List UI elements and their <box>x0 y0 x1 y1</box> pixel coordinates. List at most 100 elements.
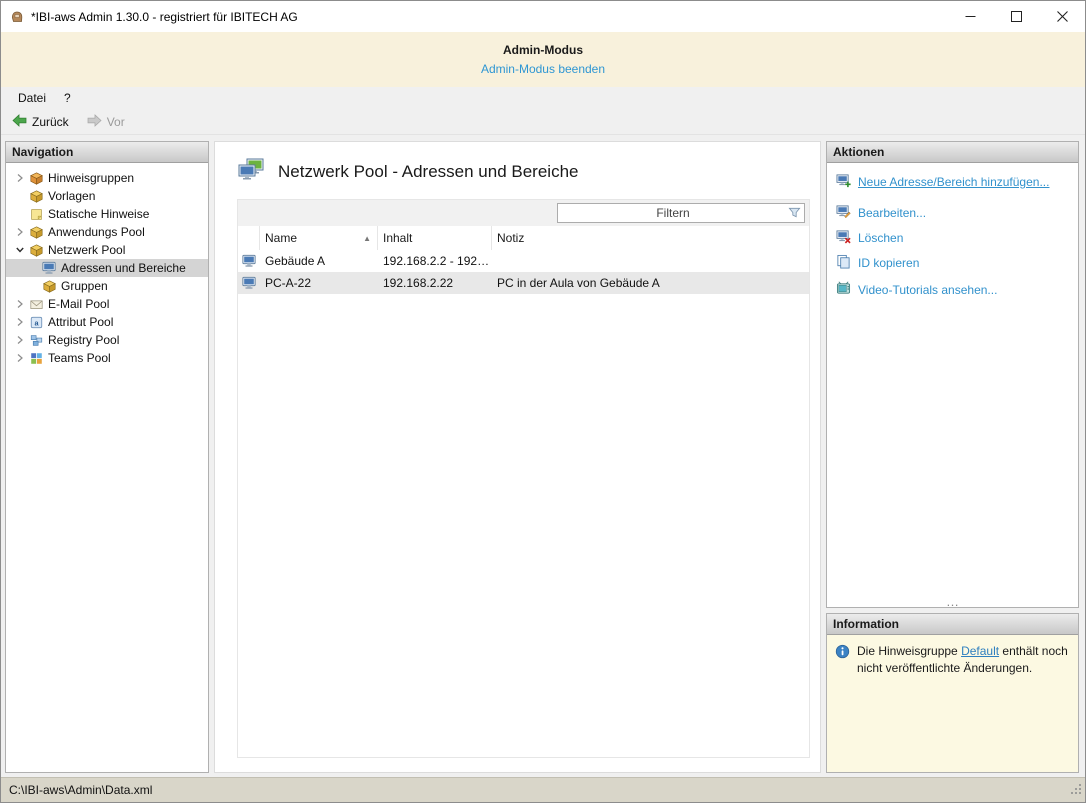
cube-icon <box>27 172 45 185</box>
teams-icon <box>27 352 45 365</box>
admin-mode-title: Admin-Modus <box>503 43 583 57</box>
main-area: Navigation Hinweisgruppen Vorlagen Stati… <box>1 135 1085 777</box>
content-panel: Netzwerk Pool - Adressen und Bereiche Na… <box>214 141 821 773</box>
window-controls <box>947 1 1085 32</box>
nav-item-anwendungs-pool[interactable]: Anwendungs Pool <box>6 223 208 241</box>
cell-inhalt: 192.168.2.22 <box>378 276 492 290</box>
content-title-row: Netzwerk Pool - Adressen und Bereiche <box>215 142 820 195</box>
close-button[interactable] <box>1039 1 1085 32</box>
monitor-icon <box>238 254 260 268</box>
admin-mode-banner: Admin-Modus Admin-Modus beenden <box>1 32 1085 87</box>
action-label: Bearbeiten... <box>858 206 926 220</box>
information-header: Information <box>827 614 1078 635</box>
cube-icon <box>27 226 45 239</box>
nav-item-netzwerk-pool[interactable]: Netzwerk Pool <box>6 241 208 259</box>
action-video-tutorials[interactable]: Video-Tutorials ansehen... <box>836 281 1072 299</box>
status-path: C:\IBI-aws\Admin\Data.xml <box>9 783 152 797</box>
copy-icon <box>836 254 851 272</box>
page-title: Netzwerk Pool - Adressen und Bereiche <box>278 162 579 182</box>
chevron-right-icon[interactable] <box>12 299 27 309</box>
column-header-inhalt[interactable]: Inhalt <box>378 226 492 250</box>
forward-button-label: Vor <box>107 115 125 129</box>
maximize-button[interactable] <box>993 1 1039 32</box>
chevron-right-icon[interactable] <box>12 227 27 237</box>
nav-item-hinweisgruppen[interactable]: Hinweisgruppen <box>6 169 208 187</box>
action-edit[interactable]: Bearbeiten... <box>836 204 1072 222</box>
chevron-down-icon[interactable] <box>12 245 27 255</box>
information-panel: Information Die Hinweisgruppe Default en… <box>826 613 1079 773</box>
actions-body: Neue Adresse/Bereich hinzufügen... Bearb… <box>827 163 1078 607</box>
note-icon <box>27 208 45 221</box>
forward-arrow-icon <box>87 114 102 130</box>
attribute-icon: a <box>27 316 45 329</box>
nav-item-label: Registry Pool <box>45 333 119 347</box>
column-icon-header <box>238 226 260 250</box>
back-button-label: Zurück <box>32 115 69 129</box>
nav-item-label: Teams Pool <box>45 351 111 365</box>
nav-item-statische-hinweise[interactable]: Statische Hinweise <box>6 205 208 223</box>
table-row-pc-a-22[interactable]: PC-A-22 192.168.2.22 PC in der Aula von … <box>238 272 809 294</box>
app-icon <box>9 9 25 25</box>
cell-name: Gebäude A <box>260 254 378 268</box>
nav-item-vorlagen[interactable]: Vorlagen <box>6 187 208 205</box>
forward-button[interactable]: Vor <box>84 112 128 132</box>
action-label: Löschen <box>858 231 903 245</box>
nav-item-email-pool[interactable]: E-Mail Pool <box>6 295 208 313</box>
information-body: Die Hinweisgruppe Default enthält noch n… <box>827 635 1078 772</box>
titlebar: *IBI-aws Admin 1.30.0 - registriert für … <box>1 1 1085 32</box>
menu-datei[interactable]: Datei <box>9 88 55 108</box>
cube-icon <box>40 280 58 293</box>
nav-item-label: Netzwerk Pool <box>45 243 125 257</box>
action-label: Neue Adresse/Bereich hinzufügen... <box>858 175 1049 189</box>
edit-icon <box>836 204 851 222</box>
column-name-label: Name <box>265 231 297 245</box>
action-delete[interactable]: Löschen <box>836 229 1072 247</box>
column-notiz-label: Notiz <box>497 231 524 245</box>
menu-help[interactable]: ? <box>55 88 80 108</box>
registry-icon <box>27 334 45 347</box>
chevron-right-icon[interactable] <box>12 353 27 363</box>
cell-notiz: PC in der Aula von Gebäude A <box>492 276 809 290</box>
nav-item-label: E-Mail Pool <box>45 297 109 311</box>
actions-panel: Aktionen Neue Adresse/Bereich hinzufügen… <box>826 141 1079 608</box>
nav-item-gruppen[interactable]: Gruppen <box>6 277 208 295</box>
action-copy-id[interactable]: ID kopieren <box>836 254 1072 272</box>
chevron-right-icon[interactable] <box>12 317 27 327</box>
network-monitors-icon <box>237 158 265 185</box>
back-button[interactable]: Zurück <box>9 112 72 132</box>
sort-ascending-icon: ▲ <box>363 234 371 243</box>
resize-grip-icon[interactable] <box>1069 782 1082 798</box>
default-group-link[interactable]: Default <box>961 644 999 658</box>
information-text: Die Hinweisgruppe Default enthält noch n… <box>857 643 1070 772</box>
chevron-right-icon[interactable] <box>12 173 27 183</box>
nav-item-label: Statische Hinweise <box>45 207 149 221</box>
filter-funnel-icon[interactable] <box>788 206 801 222</box>
window-title: *IBI-aws Admin 1.30.0 - registriert für … <box>31 10 298 24</box>
nav-item-adressen-und-bereiche[interactable]: Adressen und Bereiche <box>6 259 208 277</box>
minimize-button[interactable] <box>947 1 993 32</box>
admin-mode-exit-link[interactable]: Admin-Modus beenden <box>481 62 605 76</box>
nav-item-attribut-pool[interactable]: a Attribut Pool <box>6 313 208 331</box>
monitor-icon <box>40 261 58 275</box>
right-column: Aktionen Neue Adresse/Bereich hinzufügen… <box>826 141 1079 773</box>
column-header-name[interactable]: Name ▲ <box>260 226 378 250</box>
filter-box <box>557 203 805 223</box>
actions-panel-grip[interactable]: … <box>827 597 1078 607</box>
back-arrow-icon <box>12 114 27 130</box>
chevron-right-icon[interactable] <box>12 335 27 345</box>
information-text-before: Die Hinweisgruppe <box>857 644 961 658</box>
action-add-address[interactable]: Neue Adresse/Bereich hinzufügen... <box>836 173 1072 191</box>
navigation-tree: Hinweisgruppen Vorlagen Statische Hinwei… <box>6 163 208 772</box>
statusbar: C:\IBI-aws\Admin\Data.xml <box>1 777 1085 802</box>
nav-item-teams-pool[interactable]: Teams Pool <box>6 349 208 367</box>
column-header-notiz[interactable]: Notiz <box>492 226 809 250</box>
table-empty-area <box>238 294 809 757</box>
action-label: Video-Tutorials ansehen... <box>858 283 997 297</box>
nav-item-label: Hinweisgruppen <box>45 171 134 185</box>
filter-input[interactable] <box>557 203 805 223</box>
filter-strip <box>238 200 809 226</box>
monitor-icon <box>238 276 260 290</box>
nav-item-registry-pool[interactable]: Registry Pool <box>6 331 208 349</box>
table-row-gebaeude-a[interactable]: Gebäude A 192.168.2.2 - 192.1... <box>238 250 809 272</box>
add-address-icon <box>836 173 851 191</box>
